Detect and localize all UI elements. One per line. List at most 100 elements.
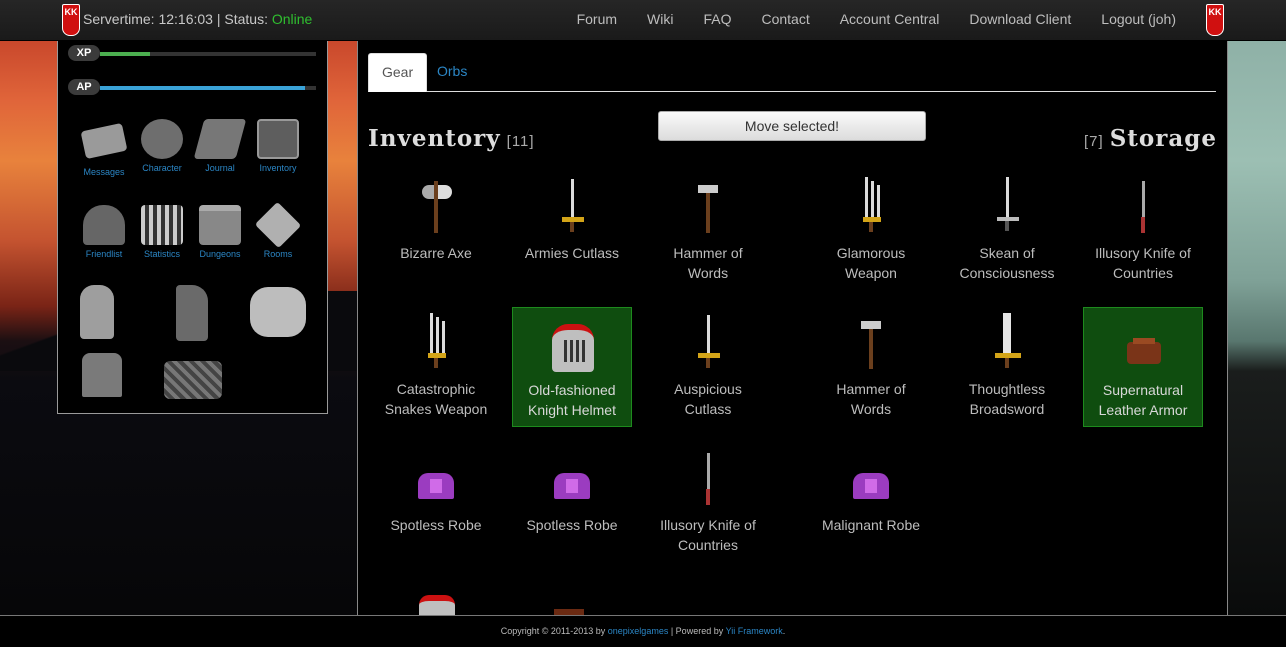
envelope-icon xyxy=(80,122,128,160)
storage-heading: [7] Storage xyxy=(1084,125,1217,152)
sword-icon xyxy=(977,177,1037,237)
onepixelgames-link[interactable]: onepixelgames xyxy=(608,626,669,636)
inventory-item[interactable]: Hammer of Words xyxy=(811,307,931,427)
game-logo-right-icon: KK xyxy=(1206,4,1224,36)
knife-icon xyxy=(1113,177,1173,237)
ap-label: AP xyxy=(68,79,100,95)
tab-orbs[interactable]: Orbs xyxy=(424,53,480,90)
room-icon xyxy=(254,201,302,249)
sidebar-item-dungeons[interactable]: Dungeons xyxy=(190,205,250,259)
inventory-item[interactable]: Malignant Robe xyxy=(811,443,931,563)
inventory-item[interactable]: Illusory Knife of Countries xyxy=(648,443,768,563)
item-name: Glamorous Weapon xyxy=(836,245,906,281)
item-name: Skean of Consciousness xyxy=(959,245,1055,281)
nav-wiki[interactable]: Wiki xyxy=(647,11,673,27)
item-name: Supernatural Leather Armor xyxy=(1098,382,1188,418)
dungeon-icon xyxy=(199,205,241,245)
inventory-item[interactable]: Thoughtless Broadsword xyxy=(947,307,1067,427)
item-name: Catastrophic Snakes Weapon xyxy=(384,381,488,417)
companion-knight-sprite[interactable] xyxy=(80,285,114,339)
inventory-item[interactable]: Armies Cutlass xyxy=(512,171,632,291)
xp-fill xyxy=(100,52,150,56)
companion-reader-sprite[interactable] xyxy=(82,353,122,397)
claw-weapon-icon xyxy=(406,313,466,373)
companion-nest-sprite[interactable] xyxy=(164,361,222,399)
tab-gear[interactable]: Gear xyxy=(368,53,428,92)
claw-weapon-icon xyxy=(841,177,901,237)
sidebar-item-rooms[interactable]: Rooms xyxy=(248,201,308,259)
nav-faq[interactable]: FAQ xyxy=(703,11,731,27)
ap-fill xyxy=(100,86,306,90)
status-online: Online xyxy=(271,11,313,27)
top-bar: KK Servertime: 12:16:03 | Status: Online… xyxy=(0,0,1286,41)
tab-bar: Gear Orbs xyxy=(368,53,1216,92)
servertime-label: Servertime: 12:16:03 | Status: xyxy=(83,11,268,27)
footer: Copyright © 2011-2013 by onepixelgames |… xyxy=(0,615,1286,647)
book-icon xyxy=(193,119,247,159)
item-name: Auspicious Cutlass xyxy=(674,381,742,417)
robe-icon xyxy=(406,449,466,509)
item-name: Malignant Robe xyxy=(821,517,921,533)
item-name: Hammer of Words xyxy=(836,381,906,417)
game-logo-icon[interactable]: KK xyxy=(62,4,80,36)
item-name: Bizarre Axe xyxy=(400,245,472,261)
inventory-item[interactable]: Skean of Consciousness xyxy=(947,171,1067,291)
robe-icon xyxy=(542,449,602,509)
background-scenery-right xyxy=(1226,41,1286,615)
nav-contact[interactable]: Contact xyxy=(761,11,809,27)
inventory-count: [11] xyxy=(506,133,535,150)
item-name: Armies Cutlass xyxy=(524,245,620,261)
item-name: Illusory Knife of Countries xyxy=(1095,245,1191,281)
nav-account-central[interactable]: Account Central xyxy=(840,11,940,27)
move-selected-button[interactable]: Move selected! xyxy=(658,111,926,141)
storage-count: [7] xyxy=(1084,133,1104,150)
inventory-item[interactable]: Spotless Robe xyxy=(512,443,632,563)
sidebar-item-inventory[interactable]: Inventory xyxy=(248,119,308,173)
inventory-item[interactable]: Auspicious Cutlass xyxy=(648,307,768,427)
nav-forum[interactable]: Forum xyxy=(577,11,617,27)
xp-bar: XP xyxy=(68,45,318,63)
leather-armor-icon xyxy=(1113,314,1173,374)
companion-ghost-sprite[interactable] xyxy=(250,287,306,337)
inventory-item[interactable]: Supernatural Leather Armor xyxy=(1083,307,1203,427)
sidebar-item-character[interactable]: Character xyxy=(132,119,192,173)
robe-icon xyxy=(841,449,901,509)
sidebar-item-friendlist[interactable]: Friendlist xyxy=(74,205,134,259)
sidebar-item-messages[interactable]: Messages xyxy=(74,119,134,177)
knife-icon xyxy=(678,449,738,509)
axe-icon xyxy=(406,177,466,237)
inventory-item[interactable]: Bizarre Axe xyxy=(376,171,496,291)
knight-helmet-icon[interactable] xyxy=(419,595,455,615)
yii-framework-link[interactable]: Yii Framework xyxy=(726,626,783,636)
cutlass-icon xyxy=(678,313,738,373)
inventory-item[interactable]: Catastrophic Snakes Weapon xyxy=(376,307,496,427)
bar-chart-icon xyxy=(141,205,183,245)
item-name: Thoughtless Broadsword xyxy=(968,381,1046,417)
nav-logout[interactable]: Logout (joh) xyxy=(1101,11,1176,27)
knight-helmet-icon xyxy=(542,314,602,374)
friends-icon xyxy=(83,205,125,245)
sidebar: XP AP Messages Character Journal Invento… xyxy=(57,41,328,414)
server-status: Servertime: 12:16:03 | Status: Online xyxy=(83,11,312,27)
sidebar-item-journal[interactable]: Journal xyxy=(190,119,250,173)
companion-witch-sprite[interactable] xyxy=(176,285,208,341)
nav-download-client[interactable]: Download Client xyxy=(969,11,1071,27)
inventory-item[interactable]: Spotless Robe xyxy=(376,443,496,563)
inventory-item[interactable]: Hammer of Words xyxy=(648,171,768,291)
sidebar-item-statistics[interactable]: Statistics xyxy=(132,205,192,259)
main-nav: Forum Wiki FAQ Contact Account Central D… xyxy=(547,11,1176,27)
broadsword-icon xyxy=(977,313,1037,373)
inventory-heading: Inventory [11] xyxy=(368,125,535,152)
inventory-item[interactable]: Illusory Knife of Countries xyxy=(1083,171,1203,291)
item-name: Old-fashioned Knight Helmet xyxy=(528,382,616,418)
inventory-item[interactable]: Glamorous Weapon xyxy=(811,171,931,291)
item-name: Spotless Robe xyxy=(526,517,618,533)
cutlass-icon xyxy=(542,177,602,237)
hammer-icon xyxy=(678,177,738,237)
inventory-item[interactable]: Old-fashioned Knight Helmet xyxy=(512,307,632,427)
item-name: Hammer of Words xyxy=(673,245,743,281)
item-name: Spotless Robe xyxy=(390,517,482,533)
ap-bar: AP xyxy=(68,79,318,97)
character-icon xyxy=(141,119,183,159)
item-name: Illusory Knife of Countries xyxy=(660,517,756,553)
